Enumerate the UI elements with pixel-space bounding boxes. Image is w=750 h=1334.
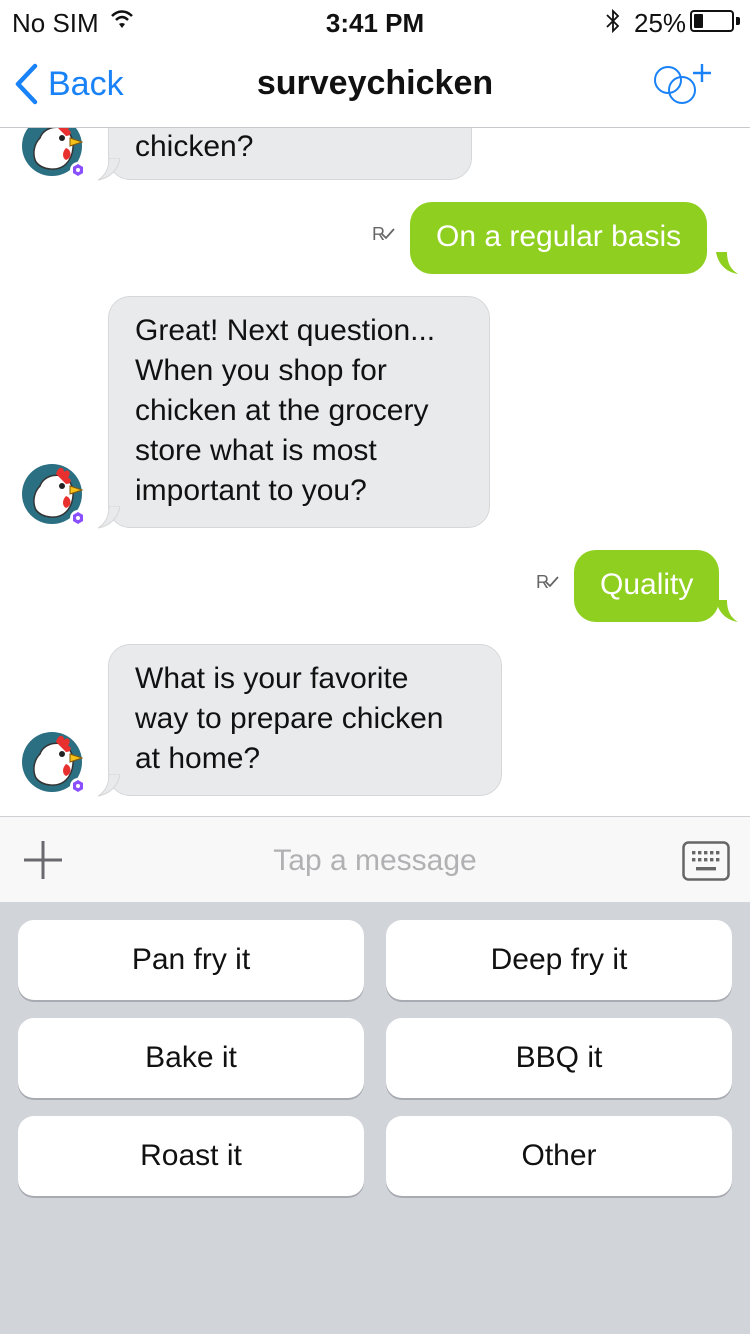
- quick-reply-label: Pan fry it: [131, 943, 251, 976]
- add-friend-button[interactable]: [648, 60, 722, 110]
- bubble-tail: [716, 252, 738, 274]
- message-composer: [0, 816, 750, 902]
- navigation-bar: Back surveychicken: [0, 40, 750, 128]
- bubble-tail: [97, 158, 120, 181]
- read-receipt-icon: R: [372, 224, 395, 245]
- bubble-tail: [97, 506, 120, 529]
- bubble-tail: [97, 774, 120, 797]
- chicken-avatar-icon: [22, 732, 86, 794]
- bot-avatar[interactable]: [22, 460, 88, 526]
- quick-reply-label: Bake it: [145, 1041, 237, 1074]
- quick-reply-button[interactable]: Other: [386, 1116, 732, 1196]
- message-line: When you shop for: [135, 354, 387, 387]
- keyboard-icon[interactable]: [682, 841, 730, 881]
- read-receipt-icon: R: [536, 572, 559, 593]
- chevron-left-icon: [15, 63, 38, 105]
- message-text: chicken?: [135, 130, 254, 163]
- plus-icon[interactable]: [22, 839, 64, 881]
- chicken-avatar-icon: [22, 464, 86, 526]
- incoming-message: What is your favorite way to prepare chi…: [108, 644, 502, 796]
- quick-reply-button[interactable]: Deep fry it: [386, 920, 732, 1000]
- quick-reply-button[interactable]: BBQ it: [386, 1018, 732, 1098]
- quick-reply-label: BBQ it: [515, 1041, 603, 1074]
- message-line: way to prepare chicken: [135, 702, 444, 735]
- quick-reply-panel: Pan fry it Deep fry it Bake it BBQ it Ro…: [0, 902, 750, 1334]
- outgoing-message: Quality: [574, 550, 720, 622]
- message-line: Great! Next question...: [135, 314, 436, 347]
- outgoing-message: On a regular basis: [410, 202, 708, 274]
- message-line: important to you?: [135, 474, 367, 507]
- message-line: store what is most: [135, 434, 377, 467]
- incoming-message: Great! Next question... When you shop fo…: [108, 296, 490, 528]
- quick-reply-button[interactable]: Roast it: [18, 1116, 364, 1196]
- back-label: Back: [48, 64, 124, 103]
- back-button[interactable]: Back: [14, 62, 124, 106]
- quick-reply-label: Roast it: [140, 1139, 242, 1172]
- bubble-tail: [716, 600, 738, 622]
- message-text: On a regular basis: [436, 220, 682, 253]
- message-text: Quality: [600, 568, 694, 601]
- battery-icon: [690, 10, 734, 32]
- quick-reply-label: Other: [521, 1139, 597, 1172]
- status-bar: No SIM 3:41 PM 25%: [0, 0, 750, 40]
- battery-percent: 25%: [634, 8, 687, 38]
- add-friend-icon: [654, 64, 711, 104]
- message-input[interactable]: [110, 835, 640, 887]
- battery-level: [694, 14, 703, 28]
- bot-avatar[interactable]: [22, 728, 88, 794]
- message-line: chicken at the grocery: [135, 394, 429, 427]
- quick-reply-label: Deep fry it: [490, 943, 628, 976]
- bluetooth-icon: [606, 8, 620, 34]
- message-line: at home?: [135, 742, 261, 775]
- quick-reply-button[interactable]: Bake it: [18, 1018, 364, 1098]
- message-line: What is your favorite: [135, 662, 409, 695]
- battery-tip: [736, 17, 740, 25]
- quick-reply-button[interactable]: Pan fry it: [18, 920, 364, 1000]
